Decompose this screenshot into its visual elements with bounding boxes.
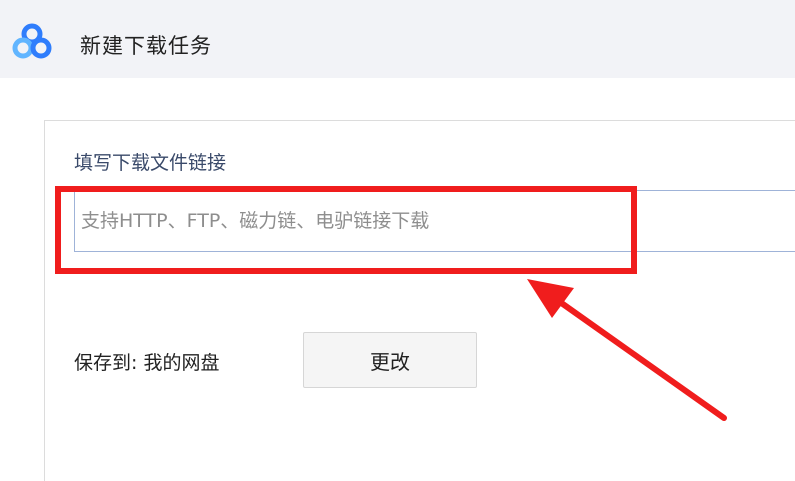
download-link-input[interactable] (74, 190, 795, 252)
baidu-netdisk-cloud-icon (12, 23, 52, 59)
save-location-label: 保存到: 我的网盘 (74, 352, 220, 374)
dialog-title: 新建下载任务 (80, 34, 212, 58)
change-location-button[interactable]: 更改 (303, 332, 477, 388)
title-bar: 新建下载任务 (0, 0, 795, 78)
link-field-label: 填写下载文件链接 (74, 152, 227, 174)
